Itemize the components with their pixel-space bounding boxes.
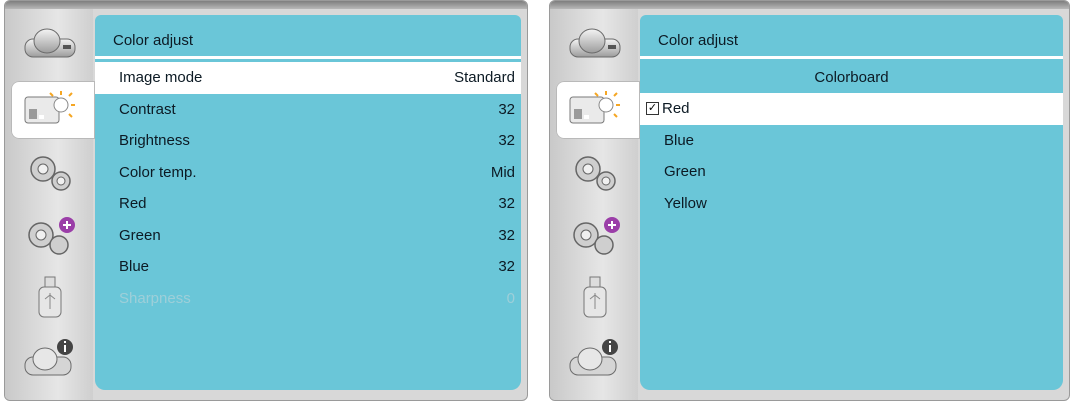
menu-item-value: Mid <box>490 163 515 181</box>
top-bar <box>550 1 1069 9</box>
top-bar <box>5 1 527 9</box>
page-title: Color adjust <box>658 32 739 49</box>
menu-item-value: 32 <box>498 226 515 244</box>
colorboard-options: ✓ Red Blue Green Yellow <box>640 93 1063 219</box>
menu-item-label: Color temp. <box>119 163 197 181</box>
checked-icon[interactable]: ✓ <box>646 102 659 115</box>
menu-item-image-mode[interactable]: Image mode Standard <box>95 62 521 94</box>
menu-item-red[interactable]: Red 32 <box>95 188 521 220</box>
option-label: Green <box>664 163 706 180</box>
menu-item-label: Green <box>119 226 161 244</box>
image-adjust-icon[interactable] <box>11 81 95 139</box>
information-icon[interactable] <box>556 331 634 389</box>
advanced-settings-gear-icon[interactable] <box>11 205 89 263</box>
menu-item-label: Brightness <box>119 132 190 149</box>
settings-gear-icon[interactable] <box>556 143 634 201</box>
usb-icon[interactable] <box>556 267 634 325</box>
menu-item-value: 32 <box>498 132 515 149</box>
menu-item-contrast[interactable]: Contrast 32 <box>95 94 521 126</box>
option-label: Blue <box>664 131 695 149</box>
menu-item-label: Red <box>119 195 147 212</box>
menu-list: Image mode Standard Contrast 32 Brightne… <box>95 62 521 314</box>
menu-item-label: Sharpness <box>119 289 191 307</box>
menu-item-value: 32 <box>498 258 515 275</box>
projector-icon[interactable] <box>11 17 89 75</box>
settings-gear-icon[interactable] <box>11 143 89 201</box>
menu-item-color-temp[interactable]: Color temp. Mid <box>95 157 521 189</box>
option-label: Yellow <box>664 194 707 212</box>
option-red[interactable]: ✓ Red <box>640 93 1063 125</box>
option-blue[interactable]: Blue <box>640 125 1063 157</box>
option-label: Red <box>662 100 690 117</box>
menu-item-label: Contrast <box>119 100 176 118</box>
menu-item-brightness[interactable]: Brightness 32 <box>95 125 521 157</box>
information-icon[interactable] <box>11 331 89 389</box>
menu-item-value: 32 <box>498 100 515 118</box>
menu-item-blue[interactable]: Blue 32 <box>95 251 521 283</box>
menu-item-label: Image mode <box>119 69 203 86</box>
menu-item-value: 0 <box>506 289 515 307</box>
menu-item-green[interactable]: Green 32 <box>95 220 521 252</box>
menu-panel: Color adjust Colorboard ✓ Red Blue Green… <box>640 15 1063 390</box>
sidebar <box>5 9 95 400</box>
color-adjust-screen: Color adjust Image mode Standard Contras… <box>4 0 528 401</box>
menu-panel: Color adjust Image mode Standard Contras… <box>95 15 521 390</box>
usb-icon[interactable] <box>11 267 89 325</box>
image-adjust-icon[interactable] <box>556 81 640 139</box>
colorboard-screen: Color adjust Colorboard ✓ Red Blue Green… <box>549 0 1070 401</box>
option-green[interactable]: Green <box>640 156 1063 188</box>
colorboard-header: Colorboard <box>814 69 889 86</box>
menu-item-sharpness: Sharpness 0 <box>95 283 521 315</box>
advanced-settings-gear-icon[interactable] <box>556 205 634 263</box>
menu-item-value: 32 <box>498 195 515 212</box>
projector-icon[interactable] <box>556 17 634 75</box>
option-yellow[interactable]: Yellow <box>640 188 1063 220</box>
menu-item-value: Standard <box>454 69 515 86</box>
sidebar <box>550 9 640 400</box>
title-divider <box>640 56 1063 59</box>
title-divider <box>95 56 521 59</box>
menu-item-label: Blue <box>119 258 150 275</box>
page-title: Color adjust <box>113 32 194 49</box>
